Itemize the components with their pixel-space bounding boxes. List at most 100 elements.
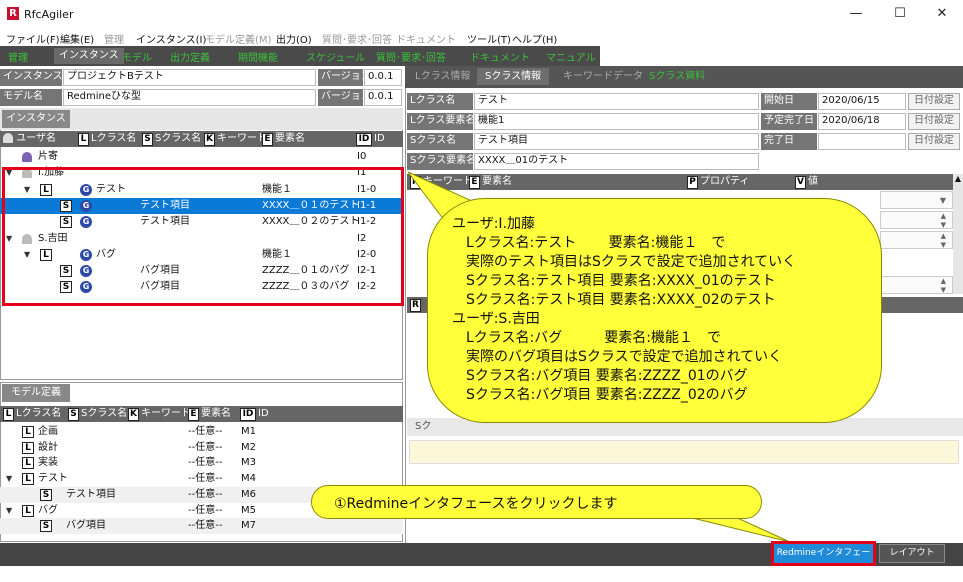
callout-line: Lクラス名:バグ 要素名:機能１ で xyxy=(452,330,721,346)
id-column-header[interactable]: ID ID xyxy=(356,131,385,146)
r-tag-icon: R xyxy=(410,299,421,312)
done-date-field[interactable] xyxy=(818,133,906,150)
expand-arrow-icon[interactable]: ▼ xyxy=(6,471,12,487)
element-column-header[interactable]: E 要素名 xyxy=(262,131,305,146)
tab-3[interactable]: 出力定義 xyxy=(170,49,210,64)
model-row[interactable]: L 設計 --任意-- M2 xyxy=(0,440,403,456)
s-class-note-area[interactable] xyxy=(409,440,959,464)
done-date-set-button[interactable]: 日付設定 xyxy=(908,133,960,150)
l-class-field[interactable]: テスト xyxy=(474,93,759,110)
s-tag-icon: S xyxy=(142,133,153,146)
model-panel-tab[interactable]: モデル定義 xyxy=(2,384,70,402)
callout-line: 実際のバグ項目はSクラスで設定で追加されていく xyxy=(452,349,783,365)
model-version-field[interactable]: 0.0.1 xyxy=(364,89,402,106)
l-class-column-header[interactable]: L Lクラス名 xyxy=(78,131,136,146)
menu-item-7[interactable]: ドキュメント xyxy=(396,31,456,46)
kw-value-header[interactable]: V値 xyxy=(795,174,818,189)
e-tag-icon: E xyxy=(262,133,273,146)
instance-version-field[interactable]: 0.0.1 xyxy=(364,69,402,86)
k-tag-icon: K xyxy=(204,133,215,146)
keyword-column-header[interactable]: K キーワード xyxy=(204,131,267,146)
model-id-header[interactable]: ID ID xyxy=(240,406,269,421)
main-tab-strip: 管理 インスタンス モデル 出力定義 期間機能 スケジュール 質問･要求･回答 ドキュメント マ… xyxy=(0,46,600,66)
menu-item-2[interactable]: 管理 xyxy=(104,31,124,46)
redmine-interface-button[interactable]: Redmineインタフェース xyxy=(774,544,873,577)
callout-line: Sクラス名:テスト項目 要素名:XXXX_01のテスト xyxy=(452,273,776,289)
close-button[interactable]: ✕ xyxy=(928,4,956,24)
callout-text: ユーザ:I.加藤 Lクラス名:テスト 要素名:機能１ で 実際のテスト項目はSク… xyxy=(452,215,796,405)
tab-6[interactable]: 質問･要求･回答 xyxy=(376,49,446,64)
model-row[interactable]: L 企画 --任意-- M1 xyxy=(0,424,403,440)
kw-property-header[interactable]: P プロパティ xyxy=(687,174,749,189)
stepper-icon[interactable]: ▲ ▼ xyxy=(880,276,953,294)
model-name-label: モデル名 xyxy=(0,89,62,106)
model-element-header[interactable]: E 要素名 xyxy=(188,406,231,421)
menu-item-0[interactable]: ファイル(F) xyxy=(6,31,60,46)
app-logo-icon: R xyxy=(7,7,19,20)
user-column-header[interactable]: ユーザ名 xyxy=(3,131,56,146)
model-l-class-header[interactable]: L Lクラス名 xyxy=(3,406,61,421)
detail-tab-1[interactable]: Sクラス情報 xyxy=(477,68,550,85)
menu-item-1[interactable]: 編集(E) xyxy=(60,31,94,46)
model-name-field[interactable]: Redmineひな型 xyxy=(63,89,316,106)
s-class-icon: S xyxy=(40,520,52,533)
model-s-class-header[interactable]: S Sクラス名 xyxy=(68,406,127,421)
keyword-table-scrollbar[interactable]: ▲ xyxy=(953,174,963,294)
model-row[interactable]: S バグ項目 --任意-- M7 xyxy=(0,518,403,535)
menu-item-5[interactable]: 出力(O) xyxy=(276,31,312,46)
s-class-label: Sクラス名 xyxy=(407,133,473,150)
menu-item-3[interactable]: インスタンス(I) xyxy=(136,31,206,46)
start-date-label: 開始日 xyxy=(761,93,817,110)
tab-4[interactable]: 期間機能 xyxy=(238,49,278,64)
stepper-icon[interactable]: ▲ ▼ xyxy=(880,211,953,229)
l-class-icon: L xyxy=(22,441,34,454)
s-class-field[interactable]: テスト項目 xyxy=(474,133,759,150)
menu-item-6[interactable]: 質問･要求･回答 xyxy=(322,31,392,46)
tab-5[interactable]: スケジュール xyxy=(306,49,365,64)
instance-panel-tab[interactable]: インスタンス xyxy=(2,110,70,128)
menu-item-8[interactable]: ツール(T) xyxy=(467,31,511,46)
tree-row[interactable]: 片寄 I0 xyxy=(0,149,403,165)
model-s-class-name: バグ項目 xyxy=(66,520,106,532)
minimize-button[interactable]: — xyxy=(842,4,870,24)
chevron-down-icon[interactable]: ▼ xyxy=(880,191,953,209)
l-element-label: Lクラス要素名 xyxy=(407,113,473,130)
maximize-button[interactable]: ☐ xyxy=(886,4,914,24)
tab-0[interactable]: 管理 xyxy=(8,49,28,64)
model-keyword-header[interactable]: K キーワード xyxy=(128,406,191,421)
detail-tab-0[interactable]: Lクラス情報 xyxy=(407,68,478,85)
l-class-icon: L xyxy=(22,473,34,486)
planned-date-field[interactable]: 2020/06/18 xyxy=(818,113,906,130)
instance-name-label: インスタンス名 xyxy=(0,69,62,86)
tab-1[interactable]: インスタンス xyxy=(54,48,124,64)
s-class-column-header[interactable]: S Sクラス名 xyxy=(142,131,201,146)
callout-line: Sクラス名:テスト項目 要素名:XXXX_02のテスト xyxy=(452,292,776,308)
instance-tree-header: ユーザ名 L Lクラス名 S Sクラス名 K キーワード E 要素名 ID ID xyxy=(0,131,403,147)
expand-arrow-icon[interactable]: ▼ xyxy=(6,503,12,519)
l-element-field[interactable]: 機能1 xyxy=(474,113,759,130)
s-element-field[interactable]: XXXX＿01のテスト xyxy=(474,153,759,170)
model-id: M6 xyxy=(241,488,256,500)
instruction-callout: ①Redmineインタフェースをクリックします xyxy=(311,485,762,519)
start-date-field[interactable]: 2020/06/15 xyxy=(818,93,906,110)
model-element: --任意-- xyxy=(188,473,223,485)
model-id: M7 xyxy=(241,520,256,532)
title-bar: R RfcAgiler — ☐ ✕ xyxy=(0,0,963,28)
menu-item-4[interactable]: モデル定義(M) xyxy=(205,31,271,46)
instance-name-field[interactable]: プロジェクトBテスト xyxy=(63,69,316,86)
model-id: M3 xyxy=(241,457,256,469)
model-row[interactable]: L 実装 --任意-- M3 xyxy=(0,455,403,471)
k-tag-icon: K xyxy=(128,408,139,421)
detail-tab-2[interactable]: キーワードデータ xyxy=(555,68,651,85)
tab-7[interactable]: ドキュメント xyxy=(470,49,530,64)
start-date-set-button[interactable]: 日付設定 xyxy=(908,93,960,110)
tab-8[interactable]: マニュアル xyxy=(546,49,596,64)
detail-tab-3[interactable]: Sクラス資料 xyxy=(641,68,713,85)
planned-date-set-button[interactable]: 日付設定 xyxy=(908,113,960,130)
stepper-icon[interactable]: ▲ ▼ xyxy=(880,231,953,249)
layout-button[interactable]: レイアウト xyxy=(879,544,945,563)
menu-item-9[interactable]: ヘルプ(H) xyxy=(512,31,557,46)
model-id: M4 xyxy=(241,473,256,485)
tab-2[interactable]: モデル xyxy=(122,49,152,64)
callout-line: Lクラス名:テスト 要素名:機能１ で xyxy=(452,235,726,251)
